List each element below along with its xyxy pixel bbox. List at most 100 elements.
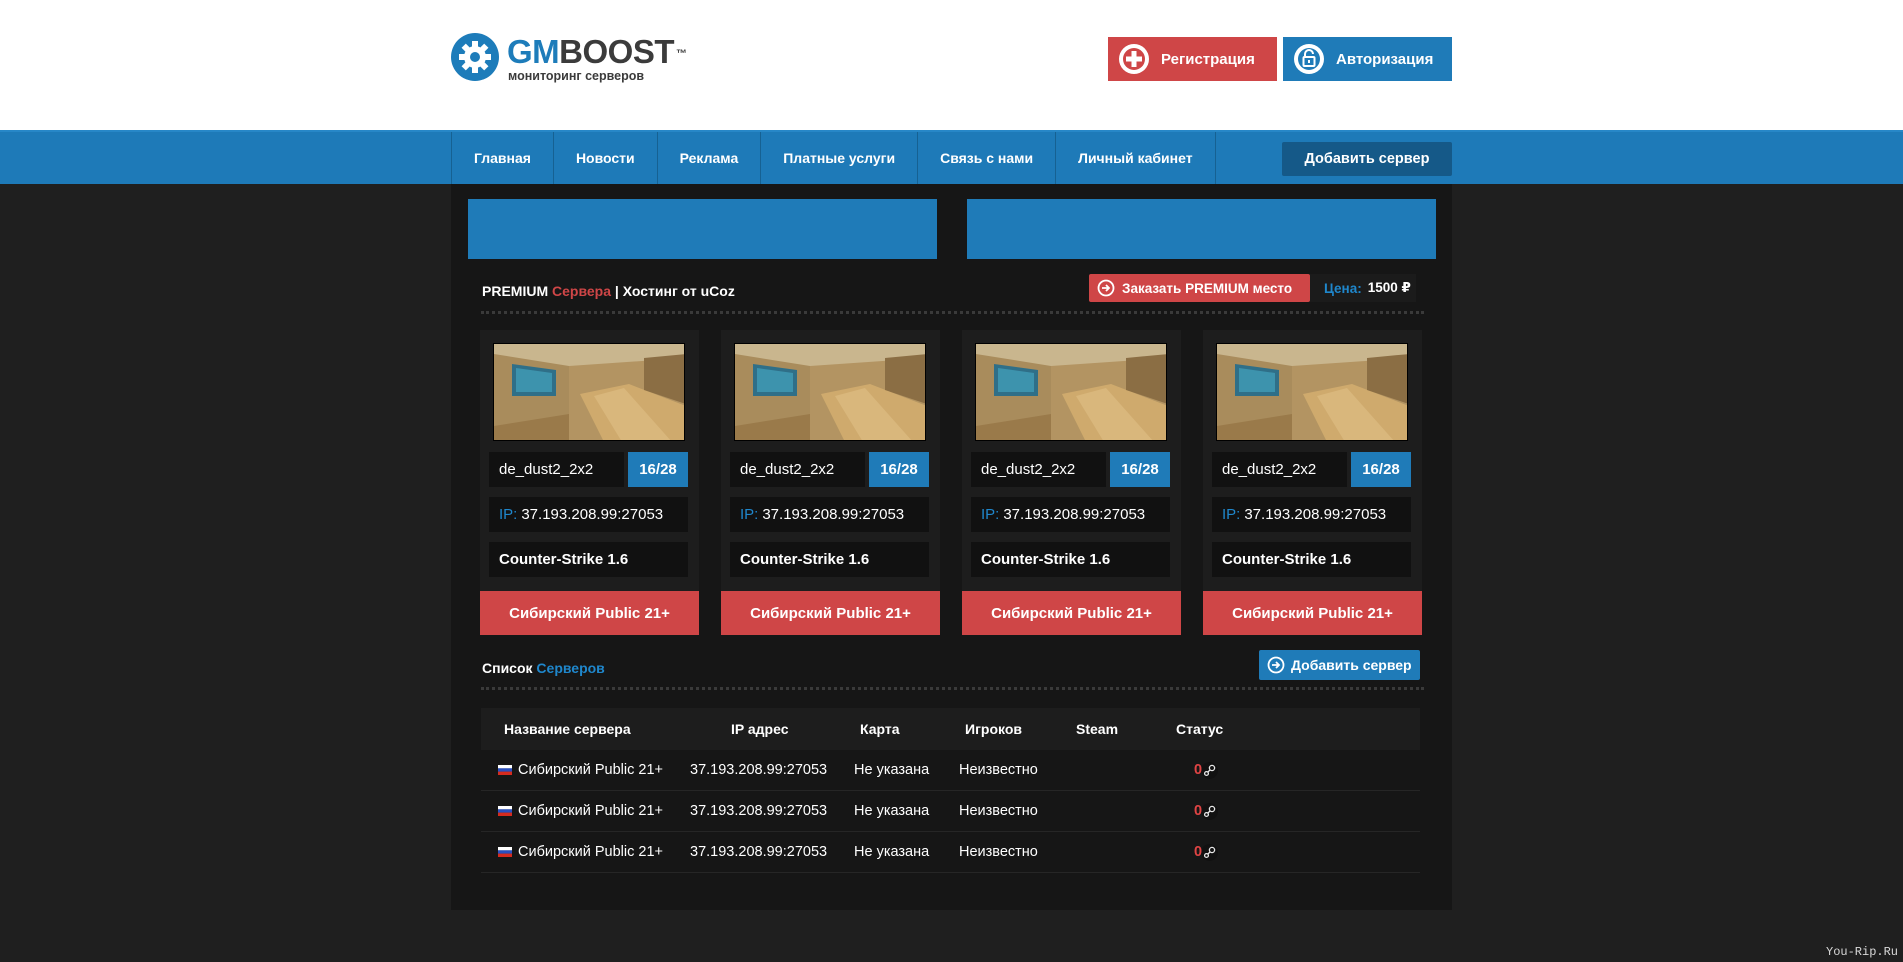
table-row[interactable]: Сибирский Public 21+ 37.193.208.99:27053…: [481, 791, 1420, 832]
add-server-button[interactable]: Добавить сервер: [1259, 650, 1420, 680]
site-header: GMBOOST ™ мониторинг серверов Регистрация…: [0, 0, 1903, 130]
card-game: Counter-Strike 1.6: [730, 542, 929, 577]
premium-server-card[interactable]: de_dust2_2x2 16/28 IP: 37.193.208.99:2705…: [1203, 330, 1422, 635]
premium-divider: [481, 311, 1424, 314]
add-server-label: Добавить сервер: [1291, 657, 1412, 673]
register-button[interactable]: Регистрация: [1108, 37, 1277, 81]
card-map-name: de_dust2_2x2: [730, 452, 865, 487]
price-label: Цена:: [1324, 280, 1362, 296]
logo[interactable]: GMBOOST ™ мониторинг серверов: [451, 33, 711, 85]
map-thumbnail: [493, 343, 685, 441]
card-ip[interactable]: IP: 37.193.208.99:27053: [730, 497, 929, 532]
row-status: 0: [1194, 803, 1203, 819]
column-header-map[interactable]: Карта: [860, 708, 900, 750]
card-server-name-button[interactable]: Сибирский Public 21+: [1203, 591, 1422, 635]
row-server-name[interactable]: Сибирский Public 21+: [518, 832, 663, 873]
arrow-circle-icon: [1267, 656, 1285, 674]
logo-title-part1: GM: [507, 33, 560, 70]
card-ip-label: IP:: [981, 506, 1000, 523]
card-ip[interactable]: IP: 37.193.208.99:27053: [1212, 497, 1411, 532]
premium-server-card[interactable]: de_dust2_2x2 16/28 IP: 37.193.208.99:2705…: [480, 330, 699, 635]
order-premium-button[interactable]: Заказать PREMIUM место: [1089, 274, 1310, 302]
premium-server-card[interactable]: de_dust2_2x2 16/28 IP: 37.193.208.99:2705…: [962, 330, 1181, 635]
column-header-ip[interactable]: IP адрес: [731, 708, 788, 750]
card-ip[interactable]: IP: 37.193.208.99:27053: [971, 497, 1170, 532]
card-player-count: 16/28: [1351, 452, 1411, 487]
premium-title-b: Сервера: [552, 283, 612, 299]
premium-server-card[interactable]: de_dust2_2x2 16/28 IP: 37.193.208.99:2705…: [721, 330, 940, 635]
map-screenshot-image: [976, 344, 1166, 440]
nav-item-contact[interactable]: Связь с нами: [918, 132, 1057, 184]
card-game: Counter-Strike 1.6: [1212, 542, 1411, 577]
price-value: 1500 ₽: [1367, 280, 1411, 295]
row-ip[interactable]: 37.193.208.99:27053: [690, 791, 827, 832]
column-header-steam[interactable]: Steam: [1076, 708, 1118, 750]
logo-title: GMBOOST ™: [507, 35, 687, 69]
logo-tagline: мониторинг серверов: [508, 69, 645, 83]
row-map: Не указана: [854, 803, 930, 819]
premium-title-c: Хостинг от uCoz: [622, 283, 735, 299]
steam-icon[interactable]: [1201, 844, 1218, 861]
arrow-circle-icon: [1097, 279, 1115, 297]
column-header-players[interactable]: Игроков: [965, 708, 1022, 750]
card-player-count: 16/28: [628, 452, 688, 487]
register-label: Регистрация: [1161, 50, 1255, 68]
nav-item-ads[interactable]: Реклама: [658, 132, 762, 184]
table-row[interactable]: Сибирский Public 21+ 37.193.208.99:27053…: [481, 832, 1420, 873]
row-status: 0: [1194, 762, 1203, 778]
premium-price: Цена: 1500 ₽: [1310, 274, 1416, 302]
server-table-header: Название сервера IP адрес Карта Игроков …: [481, 708, 1420, 750]
nav-item-account[interactable]: Личный кабинет: [1056, 132, 1216, 184]
card-game: Counter-Strike 1.6: [489, 542, 688, 577]
column-header-status[interactable]: Статус: [1176, 708, 1223, 750]
russia-flag-icon: [498, 806, 512, 816]
card-ip-label: IP:: [740, 506, 759, 523]
add-server-nav-button[interactable]: Добавить сервер: [1282, 142, 1452, 176]
card-map-name: de_dust2_2x2: [489, 452, 624, 487]
login-label: Авторизация: [1336, 50, 1434, 68]
steam-icon[interactable]: [1201, 803, 1218, 820]
nav-item-news[interactable]: Новости: [554, 132, 658, 184]
column-header-name[interactable]: Название сервера: [504, 708, 631, 750]
premium-title-a: PREMIUM: [482, 283, 549, 299]
login-button[interactable]: Авторизация: [1283, 37, 1452, 81]
card-ip[interactable]: IP: 37.193.208.99:27053: [489, 497, 688, 532]
list-title-b: Серверов: [536, 660, 605, 676]
row-server-name[interactable]: Сибирский Public 21+: [518, 791, 663, 832]
card-map-name: de_dust2_2x2: [1212, 452, 1347, 487]
nav-item-home[interactable]: Главная: [452, 132, 554, 184]
nav-menu: Главная Новости Реклама Платные услуги С…: [451, 132, 1216, 184]
table-row[interactable]: Сибирский Public 21+ 37.193.208.99:27053…: [481, 750, 1420, 791]
ad-banner-right[interactable]: [967, 199, 1436, 259]
card-server-name-button[interactable]: Сибирский Public 21+: [480, 591, 699, 635]
server-list-title: Список Серверов: [482, 660, 605, 676]
order-premium-label: Заказать PREMIUM место: [1122, 280, 1293, 296]
list-divider: [481, 687, 1424, 690]
steam-icon[interactable]: [1201, 762, 1218, 779]
russia-flag-icon: [498, 765, 512, 775]
row-ip[interactable]: 37.193.208.99:27053: [690, 832, 827, 873]
main-content: PREMIUM Сервера | Хостинг от uCoz Заказа…: [451, 184, 1452, 910]
row-ip[interactable]: 37.193.208.99:27053: [690, 750, 827, 791]
row-players: Неизвестно: [959, 844, 1038, 860]
map-thumbnail: [975, 343, 1167, 441]
card-player-count: 16/28: [1110, 452, 1170, 487]
premium-section-title: PREMIUM Сервера | Хостинг от uCoz: [482, 283, 735, 299]
card-player-count: 16/28: [869, 452, 929, 487]
card-game: Counter-Strike 1.6: [971, 542, 1170, 577]
ad-banner-left[interactable]: [468, 199, 937, 259]
row-map: Не указана: [854, 762, 930, 778]
row-players: Неизвестно: [959, 762, 1038, 778]
card-server-name-button[interactable]: Сибирский Public 21+: [721, 591, 940, 635]
map-screenshot-image: [494, 344, 684, 440]
row-players: Неизвестно: [959, 803, 1038, 819]
gear-icon: [451, 33, 499, 81]
map-screenshot-image: [735, 344, 925, 440]
card-ip-value: 37.193.208.99:27053: [762, 506, 905, 523]
row-server-name[interactable]: Сибирский Public 21+: [518, 750, 663, 791]
plus-circle-icon: [1119, 44, 1149, 74]
card-ip-value: 37.193.208.99:27053: [1003, 506, 1146, 523]
card-server-name-button[interactable]: Сибирский Public 21+: [962, 591, 1181, 635]
nav-item-paid-services[interactable]: Платные услуги: [761, 132, 919, 184]
russia-flag-icon: [498, 847, 512, 857]
